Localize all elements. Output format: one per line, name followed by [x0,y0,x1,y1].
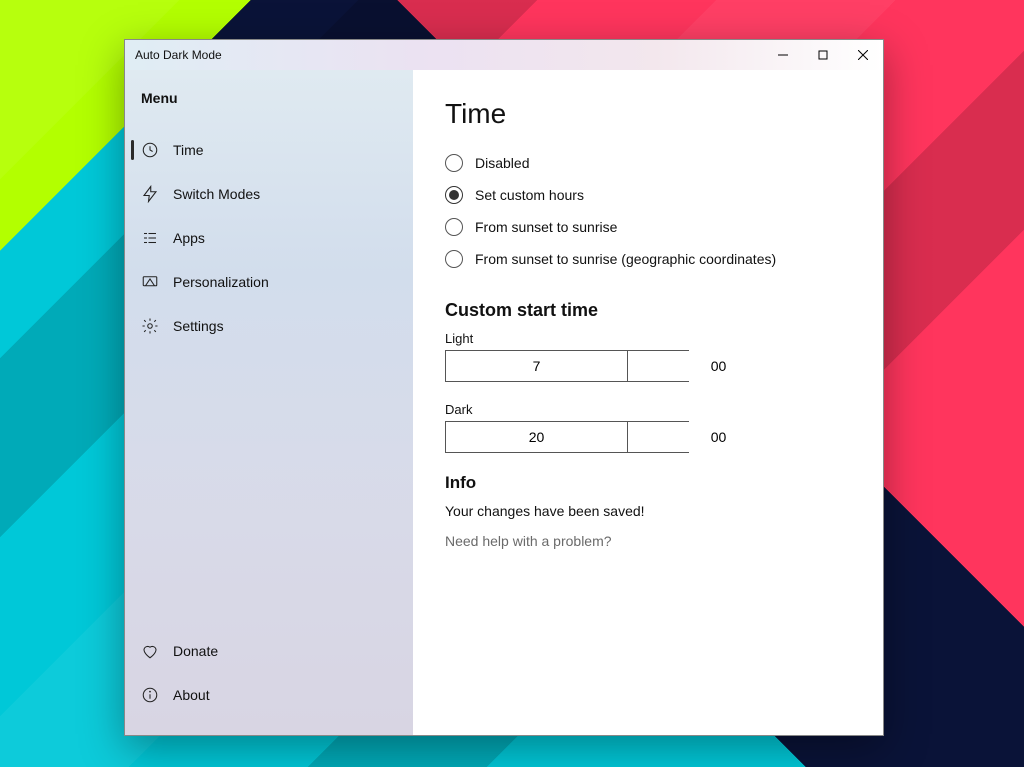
radio-icon [445,154,463,172]
radio-icon [445,250,463,268]
sidebar-item-time[interactable]: Time [125,128,413,172]
mode-radio-group: Disabled Set custom hours From sunset to… [445,154,851,268]
dark-minute-input[interactable] [628,422,809,452]
light-minute-input[interactable] [628,351,809,381]
help-link[interactable]: Need help with a problem? [445,533,851,549]
info-heading: Info [445,473,851,493]
custom-time-heading: Custom start time [445,300,851,321]
close-button[interactable] [843,40,883,70]
light-hour-input[interactable] [446,351,628,381]
window-title: Auto Dark Mode [135,48,222,62]
sidebar-footer: Donate About [125,629,413,717]
info-icon [141,686,159,704]
gear-icon [141,317,159,335]
app-window: Auto Dark Mode Menu Time S [124,39,884,736]
radio-label: Set custom hours [475,187,584,203]
sidebar-item-label: About [173,687,210,703]
sidebar-item-label: Time [173,142,204,158]
page-title: Time [445,98,851,130]
radio-sunset-sunrise-geo[interactable]: From sunset to sunrise (geographic coord… [445,250,851,268]
sidebar-item-switch-modes[interactable]: Switch Modes [125,172,413,216]
radio-custom-hours[interactable]: Set custom hours [445,186,851,204]
light-label: Light [445,331,851,346]
info-message: Your changes have been saved! [445,503,851,519]
sidebar-item-label: Switch Modes [173,186,260,202]
sidebar-item-about[interactable]: About [125,673,413,717]
main-panel: Time Disabled Set custom hours From suns… [413,70,883,735]
sidebar-item-label: Apps [173,230,205,246]
dark-hour-input[interactable] [446,422,628,452]
light-time-input [445,350,689,382]
apps-icon [141,229,159,247]
lightning-icon [141,185,159,203]
sidebar-heading: Menu [125,90,413,128]
radio-label: From sunset to sunrise [475,219,617,235]
radio-sunset-sunrise[interactable]: From sunset to sunrise [445,218,851,236]
sidebar-item-label: Personalization [173,274,269,290]
clock-icon [141,141,159,159]
sidebar-nav: Time Switch Modes Apps Personalization S… [125,128,413,348]
minimize-button[interactable] [763,40,803,70]
titlebar[interactable]: Auto Dark Mode [125,40,883,70]
dark-time-input [445,421,689,453]
close-icon [858,50,868,60]
sidebar-item-label: Donate [173,643,218,659]
radio-icon [445,218,463,236]
radio-icon [445,186,463,204]
palette-icon [141,273,159,291]
sidebar-item-personalization[interactable]: Personalization [125,260,413,304]
sidebar-item-label: Settings [173,318,224,334]
radio-disabled[interactable]: Disabled [445,154,851,172]
sidebar-item-apps[interactable]: Apps [125,216,413,260]
window-controls [763,40,883,70]
maximize-icon [818,50,828,60]
dark-label: Dark [445,402,851,417]
minimize-icon [778,50,788,60]
maximize-button[interactable] [803,40,843,70]
sidebar-item-settings[interactable]: Settings [125,304,413,348]
sidebar: Menu Time Switch Modes Apps Personalizat… [125,70,413,735]
radio-label: Disabled [475,155,529,171]
heart-icon [141,642,159,660]
sidebar-item-donate[interactable]: Donate [125,629,413,673]
radio-label: From sunset to sunrise (geographic coord… [475,251,776,267]
